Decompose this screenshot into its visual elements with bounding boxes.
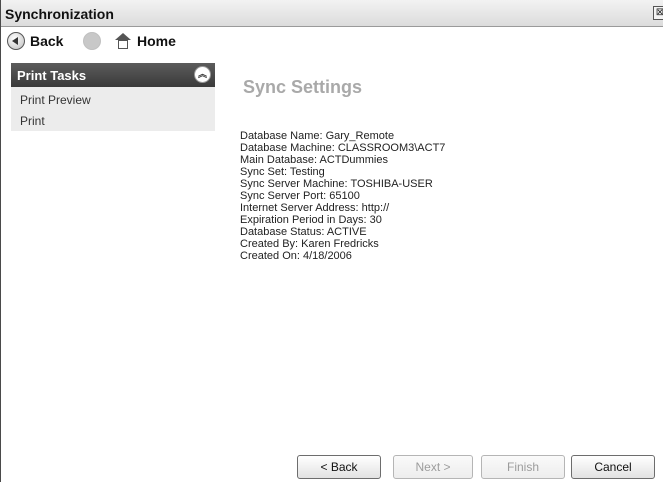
detail-created-on: Created On: 4/18/2006 — [240, 250, 352, 262]
detail-sync-set: Sync Set: Testing — [240, 166, 325, 178]
detail-sync-server-machine: Sync Server Machine: TOSHIBA-USER — [240, 178, 433, 190]
detail-database-name: Database Name: Gary_Remote — [240, 130, 395, 142]
home-nav-label: Home — [137, 33, 176, 49]
home-nav-button[interactable]: Home — [114, 30, 176, 52]
print-tasks-title: Print Tasks — [17, 68, 87, 83]
back-arrow-circle-icon — [7, 32, 25, 50]
home-icon — [114, 32, 132, 50]
detail-internet-server-address: Internet Server Address: http:// — [240, 202, 390, 214]
next-button[interactable]: Next > — [393, 455, 473, 479]
back-button[interactable]: < Back — [297, 455, 381, 479]
forward-nav-button — [83, 30, 101, 52]
page-title: Sync Settings — [243, 77, 363, 97]
finish-button[interactable]: Finish — [481, 455, 565, 479]
sync-window: Synchronization ⊠ Back Home Print Tasks … — [0, 0, 663, 482]
detail-created-by: Created By: Karen Fredricks — [240, 238, 379, 250]
back-nav-label: Back — [30, 33, 64, 49]
close-icon[interactable]: ⊠ — [653, 6, 663, 20]
detail-database-machine: Database Machine: CLASSROOM3\ACT7 — [240, 142, 446, 154]
forward-circle-icon — [83, 32, 101, 50]
print-tasks-header[interactable]: Print Tasks ︽ — [11, 63, 215, 87]
print-tasks-panel: Print Tasks ︽ Print Preview Print — [11, 63, 215, 131]
detail-expiration-period: Expiration Period in Days: 30 — [240, 214, 382, 226]
title-bar: Synchronization ⊠ — [1, 0, 663, 27]
sidebar-item-print-preview[interactable]: Print Preview — [20, 93, 91, 107]
back-nav-button[interactable]: Back — [7, 30, 63, 52]
sidebar-item-print[interactable]: Print — [20, 114, 45, 128]
collapse-chevron-icon[interactable]: ︽ — [194, 66, 211, 83]
detail-database-status: Database Status: ACTIVE — [240, 226, 367, 238]
sync-settings-details: Database Name: Gary_Remote Database Mach… — [240, 130, 640, 262]
navigation-bar: Back Home — [1, 28, 663, 54]
detail-main-database: Main Database: ACTDummies — [240, 154, 388, 166]
cancel-button[interactable]: Cancel — [571, 455, 655, 479]
detail-sync-server-port: Sync Server Port: 65100 — [240, 190, 360, 202]
window-title: Synchronization — [5, 6, 114, 22]
